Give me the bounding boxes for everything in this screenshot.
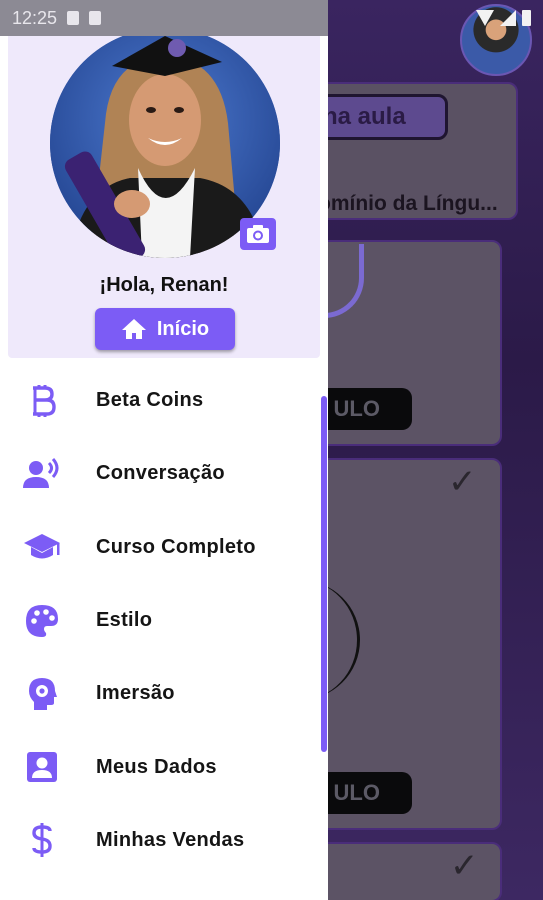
menu-item-curso-completo[interactable]: Curso Completo xyxy=(0,511,320,584)
home-button-label: Início xyxy=(156,317,210,340)
check-icon: ✓ xyxy=(448,463,477,501)
check-icon: ✓ xyxy=(450,847,479,885)
head-gear-icon xyxy=(22,674,62,714)
menu-item-beta-coins[interactable]: Beta Coins xyxy=(0,364,320,437)
wifi-icon xyxy=(476,10,494,26)
palette-icon xyxy=(22,601,62,641)
speaking-person-icon xyxy=(22,454,62,494)
contact-card-icon xyxy=(22,747,62,787)
bitcoin-icon xyxy=(22,381,62,421)
battery-icon xyxy=(522,10,531,26)
menu-item-imersao[interactable]: Imersão xyxy=(0,657,320,730)
menu-item-conversacao[interactable]: Conversação xyxy=(0,437,320,510)
change-photo-button[interactable] xyxy=(240,218,276,250)
camera-icon xyxy=(247,225,269,243)
menu-item-label: Beta Coins xyxy=(96,389,204,412)
drawer-menu: Beta Coins Conversação Curso Completo Es… xyxy=(0,364,320,877)
graduation-cap-icon xyxy=(22,527,62,567)
menu-item-estilo[interactable]: Estilo xyxy=(0,584,320,657)
menu-item-label: Estilo xyxy=(96,609,153,632)
menu-item-label: Curso Completo xyxy=(96,535,256,558)
notification-icon xyxy=(67,11,80,25)
sd-card-icon xyxy=(89,11,102,25)
screen: na aula omínio da Língu... ULO ✓ ULO ✓ ¡… xyxy=(0,0,543,900)
signal-icon xyxy=(500,10,516,26)
menu-item-label: Meus Dados xyxy=(96,755,217,778)
home-icon xyxy=(121,319,146,339)
background-lesson-title: omínio da Língu... xyxy=(318,192,498,215)
status-time: 12:25 xyxy=(12,7,58,28)
navigation-drawer: ¡Hola, Renan! Início Beta Coins Conversa… xyxy=(0,0,328,900)
dollar-icon xyxy=(22,820,62,860)
status-bar: 12:25 xyxy=(0,0,543,36)
menu-item-label: Conversação xyxy=(96,462,225,485)
menu-item-minhas-vendas[interactable]: Minhas Vendas xyxy=(0,804,320,877)
greeting-text: ¡Hola, Renan! xyxy=(99,274,229,296)
home-button[interactable]: Início xyxy=(95,308,235,350)
drawer-scrollbar[interactable] xyxy=(321,396,327,752)
menu-item-label: Minhas Vendas xyxy=(96,828,245,851)
menu-item-label: Imersão xyxy=(96,682,175,705)
menu-item-meus-dados[interactable]: Meus Dados xyxy=(0,730,320,803)
